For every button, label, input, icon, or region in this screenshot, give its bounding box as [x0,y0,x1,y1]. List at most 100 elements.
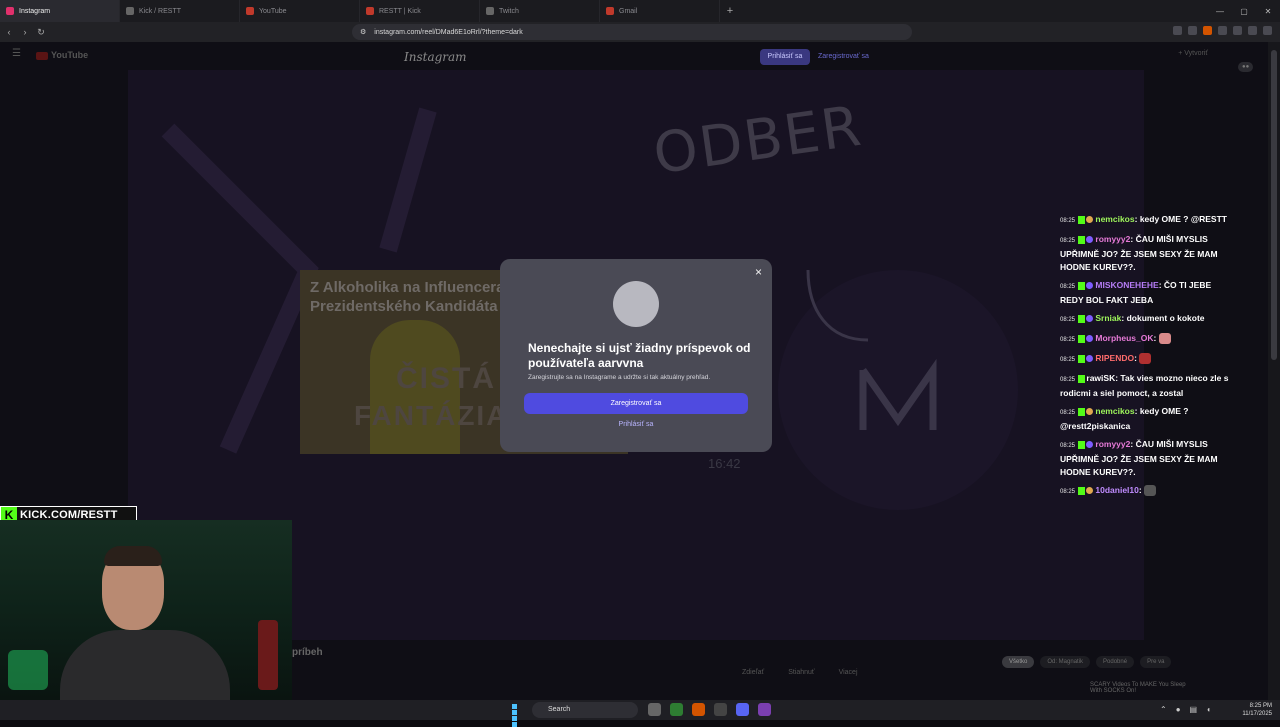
chat-message: 08:25 10daniel10: [1060,484,1232,499]
chat-message: 08:25 Morpheus_OK: [1060,332,1232,347]
windows-start-icon[interactable] [512,704,523,727]
tab-5[interactable]: Twitch [480,0,600,22]
system-tray: ⌃ ● ▤ ◖ [1160,705,1211,714]
kick-badge-icon [1078,334,1086,343]
chip-similar[interactable]: Podobné [1096,656,1135,668]
instagram-wordmark[interactable]: Instagram [404,50,467,64]
kick-badge-icon [1078,281,1086,290]
tab-instagram[interactable]: Instagram [0,0,120,22]
chat-username: MISKONEHEHE [1095,280,1159,290]
browser-tab-strip: Instagram Kick / RESTT YouTube RESTT | K… [0,0,1280,22]
tab-3[interactable]: YouTube [240,0,360,22]
volume-icon[interactable]: ◖ [1206,705,1211,714]
chat-time: 08:25 [1060,410,1076,416]
chat-time: 08:25 [1060,238,1076,244]
chat-username: rawiSK [1086,373,1116,383]
extension-icon[interactable] [1173,26,1182,35]
chat-username: Morpheus_OK [1095,333,1154,343]
maximize-icon[interactable]: ▢ [1232,7,1256,16]
tab-2[interactable]: Kick / RESTT [120,0,240,22]
tab-6[interactable]: Gmail [600,0,720,22]
signup-button[interactable]: Zaregistrovať sa [524,393,748,414]
signup-modal: × Nenechajte si ujsť žiadny príspevok od… [500,259,772,452]
chat-time: 08:25 [1060,317,1076,323]
chat-username: Srniak [1095,313,1122,323]
chevron-up-icon[interactable]: ⌃ [1160,705,1167,714]
chat-message: 08:25 nemcikos: kedy OME ? @RESTT [1060,214,1227,224]
share-button[interactable]: Zdieľať [742,669,764,676]
thumbnail-title-line: Prezidentského Kandidáta [310,298,498,315]
address-bar[interactable]: ⚙ instagram.com/reel/DMad6E1oRrl/?theme=… [352,24,912,40]
download-button[interactable]: Stiahnuť [788,669,814,676]
hamburger-icon[interactable]: ☰ [12,48,21,59]
chat-time: 08:25 [1060,357,1076,363]
minimize-icon[interactable]: — [1208,7,1232,16]
extension-icon[interactable] [1248,26,1257,35]
forward-icon[interactable]: › [18,27,32,37]
yt-create-button[interactable]: + Vytvoriť [1178,50,1208,57]
file-explorer-icon[interactable] [648,703,661,716]
network-icon[interactable]: ▤ [1190,705,1198,714]
ig-login-button[interactable]: Prihlásiť sa [760,49,810,65]
kick-badge-icon [1078,407,1086,416]
tab-4[interactable]: RESTT | Kick [360,0,480,22]
extension-icon[interactable] [1233,26,1242,35]
tab-label: Kick / RESTT [139,7,182,15]
webcam-streamer-body [60,630,230,700]
extension-icon[interactable] [1188,26,1197,35]
close-icon[interactable]: × [755,265,762,279]
reload-icon[interactable]: ↻ [34,27,48,38]
youtube-logo[interactable]: YouTube [36,50,88,60]
chat-time: 08:25 [1060,284,1076,290]
close-icon[interactable]: ✕ [1256,7,1280,16]
scrollbar-thumb[interactable] [1271,50,1277,360]
chip-for-you[interactable]: Pre va [1140,656,1172,668]
taskbar-search[interactable]: Search [532,702,638,718]
tab-label: YouTube [259,7,287,15]
chat-username: 10daniel10 [1095,485,1139,495]
app-icon[interactable] [670,703,683,716]
app-icon[interactable] [714,703,727,716]
mic-icon[interactable]: ● [1176,705,1181,714]
chat-message: 08:25 RIPENDO: [1060,352,1232,367]
kick-badge-icon [1078,215,1086,224]
site-icon [126,7,134,15]
thumbnail-overlay-text: ČISTÁ [396,362,496,395]
webcam-green-light [8,650,48,690]
thumbnail-title-line: Z Alkoholika na Influencera a [310,279,517,296]
kick-badge-icon [1078,314,1086,323]
kick-badge-icon [1078,486,1086,495]
chat-text: kedy OME ? @RESTT [1139,214,1227,224]
extension-icon[interactable] [1218,26,1227,35]
modal-title: Nenechajte si ujsť žiadny príspevok od p… [528,341,751,370]
clock[interactable]: 8:25 PM 11/17/2025 [1242,702,1272,718]
sub-badge-icon [1086,487,1094,495]
emote-icon [1158,333,1171,345]
chat-time: 08:25 [1060,443,1076,449]
app-icon[interactable] [758,703,771,716]
new-tab-button[interactable]: + [720,5,740,17]
chip-from[interactable]: Od: Magnatik [1040,656,1091,668]
menu-icon[interactable] [1263,26,1272,35]
recommended-video-title[interactable]: SCARY Videos To MAKE You Sleep With SOCK… [1090,682,1190,694]
video-duration: 16:42 [708,456,741,471]
kick-badge-icon [1078,235,1086,244]
discord-icon[interactable] [736,703,749,716]
kick-badge-icon [1078,440,1086,449]
more-button[interactable]: Viacej [839,669,858,676]
site-icon [366,7,374,15]
chat-username: RIPENDO [1095,353,1135,363]
sub-badge-icon [1086,355,1094,363]
ig-signup-link[interactable]: Zaregistrovať sa [818,53,869,60]
login-link[interactable]: Prihlásiť sa [500,421,772,428]
back-icon[interactable]: ‹ [2,27,16,37]
extension-icons [1173,26,1272,35]
kick-badge-icon [1078,374,1086,383]
brave-icon[interactable] [692,703,705,716]
windows-taskbar: Search ⌃ ● ▤ ◖ 8:25 PM 11/17/2025 [0,700,1280,727]
chip-all[interactable]: Všetko [1002,656,1035,668]
sub-badge-icon [1086,335,1094,343]
extension-icon[interactable] [1203,26,1212,35]
chat-message: 08:25 rawiSK: Tak vies mozno nieco zle s… [1060,373,1229,398]
video-title: príbeh [292,647,323,658]
